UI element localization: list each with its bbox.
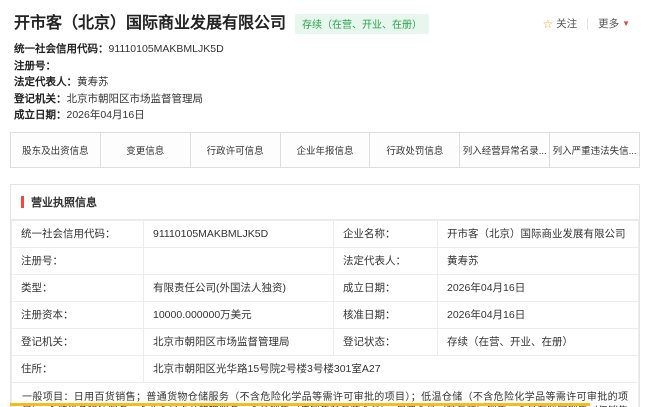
header-info-line: 登记机关：北京市朝阳区市场监督管理局 (14, 93, 636, 105)
field-label: 住所： (12, 356, 144, 383)
field-value: 有限责任公司(外国法人独资) (144, 275, 334, 302)
info-label: 成立日期： (14, 109, 67, 121)
caret-down-icon: ▼ (622, 20, 630, 28)
field-label: 企业名称： (334, 221, 438, 248)
field-label: 注册资本： (12, 302, 144, 329)
field-value: 黄寿苏 (438, 248, 639, 275)
table-row: 统一社会信用代码： 91110105MAKBMLJK5D 企业名称： 开市客（北… (12, 221, 639, 248)
tab-administrative-penalties[interactable]: 行政处罚信息 (369, 132, 460, 168)
tab-administrative-licenses[interactable]: 行政许可信息 (190, 132, 281, 168)
header-info-line: 统一社会信用代码：91110105MAKBMLJK5D (14, 43, 636, 55)
company-name: 开市客（北京）国际商业发展有限公司 (14, 14, 286, 34)
section-header: 营业执照信息 (11, 185, 639, 220)
bottom-highlight-line (10, 403, 590, 406)
table-row: 类型： 有限责任公司(外国法人独资) 成立日期： 2026年04月16日 (12, 275, 639, 302)
header-actions: ☆ 关注 更多 ▼ (536, 13, 636, 34)
field-label: 成立日期： (334, 275, 438, 302)
field-value: 91110105MAKBMLJK5D (144, 221, 334, 248)
tab-bar: 股东及出资信息 变更信息 行政许可信息 企业年报信息 行政处罚信息 列入经营异常… (10, 132, 640, 168)
info-label: 登记机关： (14, 93, 67, 105)
license-section: 营业执照信息 统一社会信用代码： 91110105MAKBMLJK5D 企业名称… (10, 184, 640, 407)
header-top-row: 开市客（北京）国际商业发展有限公司 存续（在营、开业、在册） ☆ 关注 更多 ▼ (14, 13, 636, 34)
company-header: 开市客（北京）国际商业发展有限公司 存续（在营、开业、在册） ☆ 关注 更多 ▼… (0, 0, 650, 121)
section-accent-bar (21, 196, 24, 208)
follow-button[interactable]: ☆ 关注 (536, 13, 583, 34)
page: 开市客（北京）国际商业发展有限公司 存续（在营、开业、在册） ☆ 关注 更多 ▼… (0, 0, 650, 407)
field-value: 存续（在营、开业、在册） (438, 329, 639, 356)
header-info-line: 注册号： (14, 60, 636, 72)
header-info: 统一社会信用代码：91110105MAKBMLJK5D 注册号： 法定代表人：黄… (14, 43, 636, 121)
info-value: 2026年04月16日 (67, 109, 145, 121)
field-label: 登记状态： (334, 329, 438, 356)
info-value: 91110105MAKBMLJK5D (109, 43, 224, 55)
info-label: 注册号： (14, 60, 56, 72)
more-button[interactable]: 更多 ▼ (592, 13, 636, 34)
field-label: 注册号： (12, 248, 144, 275)
table-row: 注册号： 法定代表人： 黄寿苏 (12, 248, 639, 275)
tab-annual-reports[interactable]: 企业年报信息 (280, 132, 371, 168)
field-value: 北京市朝阳区市场监督管理局 (144, 329, 334, 356)
field-label: 统一社会信用代码： (12, 221, 144, 248)
status-badge: 存续（在营、开业、在册） (295, 14, 429, 34)
table-row: 注册资本： 10000.000000万美元 核准日期： 2026年04月16日 (12, 302, 639, 329)
field-value (144, 248, 334, 275)
info-value: 黄寿苏 (77, 76, 109, 88)
field-value: 2026年04月16日 (438, 275, 639, 302)
field-value: 2026年04月16日 (438, 302, 639, 329)
field-label: 类型： (12, 275, 144, 302)
table-row: 登记机关： 北京市朝阳区市场监督管理局 登记状态： 存续（在营、开业、在册） (12, 329, 639, 356)
field-value: 10000.000000万美元 (144, 302, 334, 329)
star-icon: ☆ (542, 18, 553, 30)
tab-shareholders[interactable]: 股东及出资信息 (10, 132, 101, 168)
address-value: 北京市朝阳区光华路15号院2号楼3号楼301室A27 (144, 356, 639, 383)
section-title: 营业执照信息 (31, 194, 97, 210)
info-label: 法定代表人： (14, 76, 77, 88)
field-label: 登记机关： (12, 329, 144, 356)
info-value: 北京市朝阳区市场监督管理局 (67, 93, 204, 105)
divider (587, 18, 588, 30)
table-row-address: 住所： 北京市朝阳区光华路15号院2号楼3号楼301室A27 (12, 356, 639, 383)
field-label: 核准日期： (334, 302, 438, 329)
tab-abnormal-operations[interactable]: 列入经营异常名录... (459, 132, 550, 168)
header-info-line: 成立日期：2026年04月16日 (14, 109, 636, 121)
field-value: 开市客（北京）国际商业发展有限公司 (438, 221, 639, 248)
license-table: 统一社会信用代码： 91110105MAKBMLJK5D 企业名称： 开市客（北… (11, 220, 639, 407)
field-label: 法定代表人： (334, 248, 438, 275)
tab-changes[interactable]: 变更信息 (100, 132, 191, 168)
info-label: 统一社会信用代码： (14, 43, 109, 55)
more-button-label: 更多 (598, 16, 619, 31)
header-info-line: 法定代表人：黄寿苏 (14, 76, 636, 88)
follow-button-label: 关注 (556, 16, 577, 31)
tab-serious-violations[interactable]: 列入严重违法失信... (549, 132, 640, 168)
